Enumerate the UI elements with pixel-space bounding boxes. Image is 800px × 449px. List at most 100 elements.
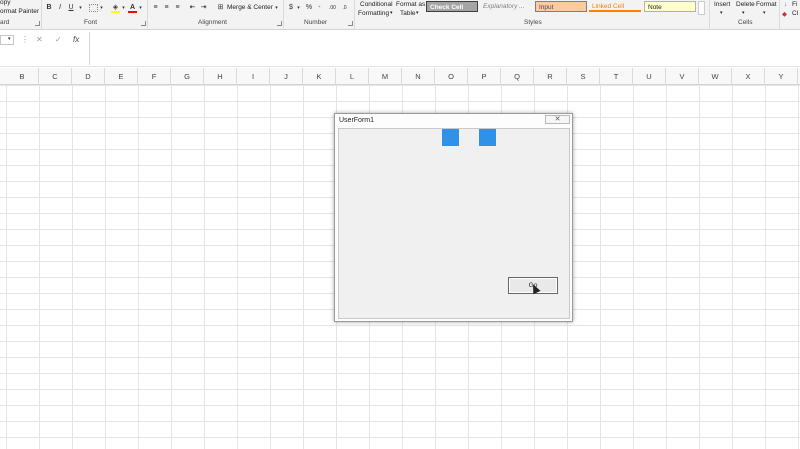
alignment-group-label: Alignment: [198, 19, 227, 26]
align-left-icon[interactable]: ≡: [151, 3, 160, 13]
column-header-m[interactable]: M: [369, 68, 402, 85]
chevron-down-icon[interactable]: ▾: [763, 10, 766, 16]
column-header-v[interactable]: V: [666, 68, 699, 85]
formula-input[interactable]: [89, 32, 800, 65]
clear-button[interactable]: Cl: [792, 10, 798, 17]
fill-color-icon[interactable]: ◈: [111, 3, 120, 13]
group-separator: [709, 0, 710, 30]
style-check-cell[interactable]: Check Cell: [426, 1, 478, 12]
chevron-down-icon[interactable]: ▾: [8, 36, 11, 42]
column-header-s[interactable]: S: [567, 68, 600, 85]
column-header-d[interactable]: D: [72, 68, 105, 85]
clear-icon[interactable]: ◆: [782, 10, 787, 18]
align-center-icon[interactable]: ≡: [162, 3, 171, 13]
conditional-formatting-label[interactable]: Conditional: [360, 1, 393, 8]
number-group-label: Number: [304, 19, 328, 26]
ribbon: opy ormat Painter ard B I U ▾ ▾ ◈ ▾ A ▾ …: [0, 0, 800, 30]
group-separator: [147, 0, 148, 30]
chevron-down-icon[interactable]: ▾: [296, 3, 301, 13]
font-group-label: Font: [84, 19, 98, 26]
italic-button[interactable]: I: [56, 3, 64, 13]
clipboard-launcher-icon[interactable]: [35, 21, 40, 26]
column-header-u[interactable]: U: [633, 68, 666, 85]
underline-button[interactable]: U: [67, 3, 75, 13]
conditional-formatting-button[interactable]: Formatting: [358, 10, 389, 17]
column-header-n[interactable]: N: [402, 68, 435, 85]
bold-button[interactable]: B: [45, 3, 53, 13]
close-icon[interactable]: ✕: [545, 115, 570, 124]
column-header-e[interactable]: E: [105, 68, 138, 85]
column-header-g[interactable]: G: [171, 68, 204, 85]
column-header-p[interactable]: P: [468, 68, 501, 85]
insert-button[interactable]: Insert: [714, 1, 730, 8]
formula-bar: ▾ ⋮ ✕ ✓ fx: [0, 31, 800, 67]
group-separator: [41, 0, 42, 30]
chevron-down-icon[interactable]: ▾: [720, 10, 723, 16]
style-note[interactable]: Note: [644, 1, 696, 12]
insert-function-icon[interactable]: fx: [73, 35, 79, 44]
chevron-down-icon[interactable]: ▾: [138, 3, 143, 13]
clipboard-group-label: ard: [0, 19, 10, 26]
borders-icon[interactable]: [89, 4, 98, 12]
chevron-down-icon[interactable]: ▾: [78, 3, 83, 13]
decrease-decimal-icon[interactable]: .0: [340, 3, 349, 13]
name-box[interactable]: ▾: [0, 35, 14, 45]
number-launcher-icon[interactable]: [348, 21, 353, 26]
format-button[interactable]: Format: [756, 1, 777, 8]
percent-button[interactable]: %: [305, 3, 313, 13]
column-header-j[interactable]: J: [270, 68, 303, 85]
group-separator: [283, 0, 284, 30]
currency-button[interactable]: $: [287, 3, 295, 13]
chevron-down-icon[interactable]: ▾: [416, 10, 419, 16]
merge-center-button[interactable]: Merge & Center: [227, 4, 273, 11]
font-color-icon[interactable]: A: [128, 3, 137, 13]
chevron-down-icon[interactable]: ▾: [390, 10, 393, 16]
column-header-i[interactable]: I: [237, 68, 270, 85]
column-header-f[interactable]: F: [138, 68, 171, 85]
style-explanatory[interactable]: Explanatory ...: [480, 1, 532, 12]
fill-icon[interactable]: ↓: [784, 1, 787, 8]
comma-style-icon[interactable]: ⁺: [317, 3, 322, 13]
column-header-r[interactable]: R: [534, 68, 567, 85]
chevron-down-icon[interactable]: ▾: [742, 10, 745, 16]
style-linked-cell[interactable]: Linked Cell: [589, 1, 641, 12]
column-header-l[interactable]: L: [336, 68, 369, 85]
column-header-w[interactable]: W: [699, 68, 732, 85]
increase-indent-icon[interactable]: ⇥: [199, 3, 208, 13]
column-header-k[interactable]: K: [303, 68, 336, 85]
column-header-t[interactable]: T: [600, 68, 633, 85]
merge-icon[interactable]: ⊞: [216, 3, 225, 13]
style-input[interactable]: Input: [535, 1, 587, 12]
delete-button[interactable]: Delete: [736, 1, 755, 8]
userform-title: UserForm1: [339, 117, 375, 124]
cancel-icon[interactable]: ✕: [36, 35, 43, 44]
chevron-down-icon[interactable]: ▾: [121, 3, 126, 13]
cells-group-label: Cells: [738, 19, 753, 26]
format-painter-button[interactable]: ormat Painter: [0, 8, 39, 15]
format-as-table-button[interactable]: Table: [400, 10, 416, 17]
font-launcher-icon[interactable]: [141, 21, 146, 26]
column-header-h[interactable]: H: [204, 68, 237, 85]
alignment-launcher-icon[interactable]: [277, 21, 282, 26]
chevron-down-icon[interactable]: ▾: [274, 3, 279, 13]
column-header-o[interactable]: O: [435, 68, 468, 85]
column-header-q[interactable]: Q: [501, 68, 534, 85]
userform-client-area: Go: [338, 128, 570, 319]
styles-more-button[interactable]: [698, 1, 705, 15]
column-header-b[interactable]: B: [6, 68, 39, 85]
decrease-indent-icon[interactable]: ⇤: [188, 3, 197, 13]
format-as-table-label[interactable]: Format as: [396, 1, 425, 8]
copy-button[interactable]: opy: [0, 0, 10, 6]
chevron-down-icon[interactable]: ▾: [99, 3, 104, 13]
enter-icon[interactable]: ✓: [55, 35, 62, 44]
styles-group-label: Styles: [524, 19, 542, 26]
align-right-icon[interactable]: ≡: [173, 3, 182, 13]
fill-button[interactable]: Fi: [792, 1, 797, 8]
userform-window: UserForm1 ✕ Go: [334, 113, 573, 322]
column-headers: BCDEFGHIJKLMNOPQRSTUVWXY: [0, 68, 800, 85]
column-header-c[interactable]: C: [39, 68, 72, 85]
column-header-x[interactable]: X: [732, 68, 765, 85]
group-separator: [779, 0, 780, 30]
column-header-y[interactable]: Y: [765, 68, 798, 85]
increase-decimal-icon[interactable]: .00: [328, 3, 337, 13]
